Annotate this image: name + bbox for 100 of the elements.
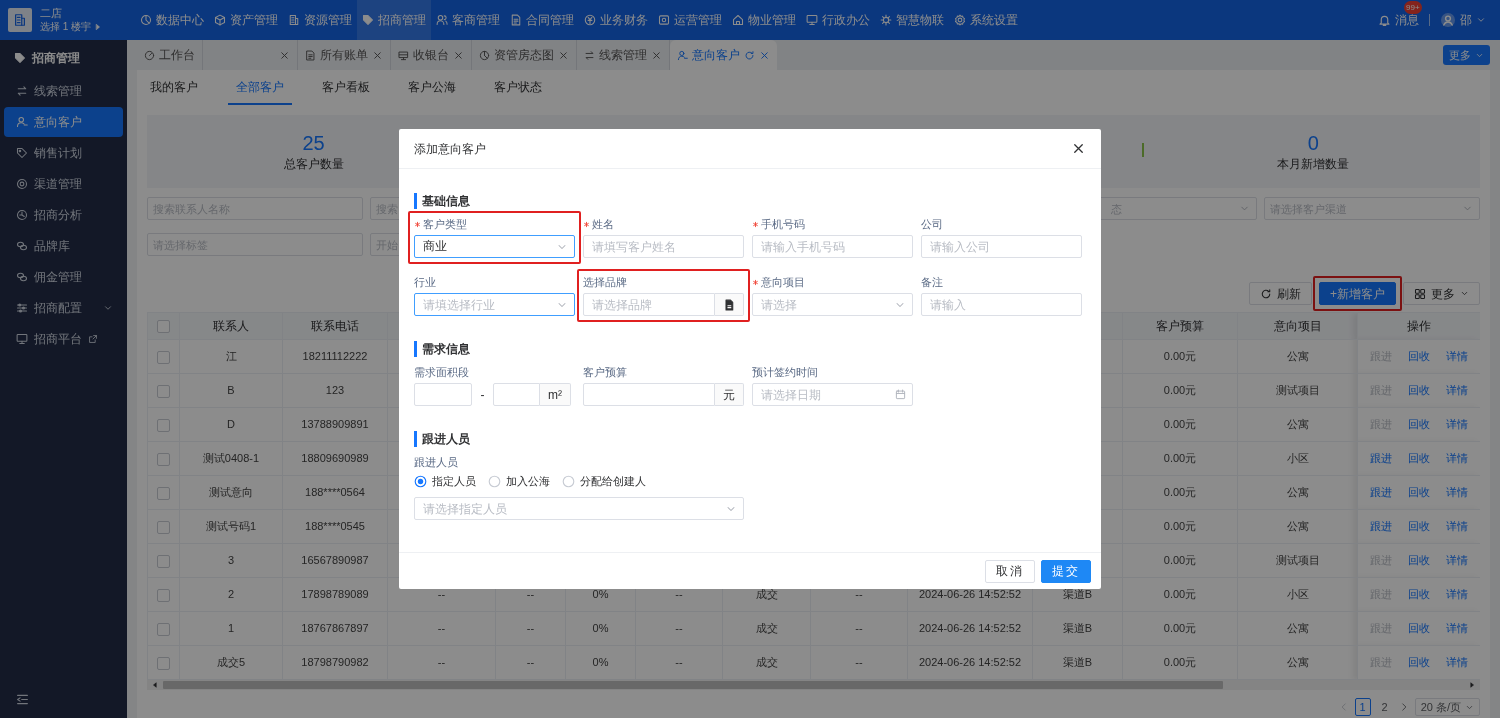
radio-option[interactable]: 加入公海 — [488, 472, 550, 490]
section-title: 基础信息 — [414, 193, 470, 209]
date-field[interactable]: 请选择日期 — [752, 383, 913, 406]
add-customer-button[interactable]: +新增客户 — [1319, 282, 1396, 305]
sidebar-item[interactable]: 渠道管理 — [4, 169, 123, 199]
caret-right-icon — [94, 23, 103, 31]
sub-tab[interactable]: 全部客户 — [228, 70, 292, 105]
caret-left-icon[interactable] — [151, 681, 159, 689]
sidebar-item[interactable]: 招商分析 — [4, 200, 123, 230]
action-link[interactable]: 详情 — [1446, 486, 1468, 499]
page-size-select[interactable]: 20 条/页 — [1414, 698, 1480, 716]
action-link[interactable]: 详情 — [1446, 554, 1468, 567]
sidebar-item[interactable]: 招商平台 — [4, 324, 123, 354]
page-button[interactable]: 1 — [1354, 698, 1371, 716]
user-menu[interactable]: 邵 — [1440, 11, 1486, 29]
input-field[interactable]: 请输入公司 — [921, 235, 1082, 258]
action-link[interactable]: 详情 — [1446, 350, 1468, 363]
action-link[interactable]: 回收 — [1408, 486, 1430, 499]
sub-tab[interactable]: 客户公海 — [400, 70, 464, 105]
input-field[interactable]: 请填写客户姓名 — [583, 235, 744, 258]
more-button[interactable]: 更多 — [1443, 45, 1490, 65]
refresh-icon[interactable] — [744, 49, 755, 61]
checkbox[interactable] — [157, 486, 170, 500]
sub-tab[interactable]: 客户状态 — [486, 70, 550, 105]
nav-item[interactable]: 数据中心 — [135, 0, 209, 40]
nav-item[interactable]: 资产管理 — [209, 0, 283, 40]
action-link[interactable]: 回收 — [1408, 656, 1430, 669]
input-field[interactable]: 请输入 — [921, 293, 1082, 316]
cancel-button[interactable]: 取消 — [985, 559, 1035, 583]
unit-label: m² — [540, 383, 571, 406]
more-button[interactable]: 更多 — [1403, 282, 1480, 305]
radio-option[interactable]: 指定人员 — [414, 472, 476, 490]
action-link[interactable]: 详情 — [1446, 622, 1468, 635]
page-tab[interactable]: 意向客户 — [670, 40, 777, 70]
action-link[interactable]: 详情 — [1446, 418, 1468, 431]
nav-item[interactable]: 资源管理 — [283, 0, 357, 40]
nav-item[interactable]: 合同管理 — [505, 0, 579, 40]
action-link[interactable]: 跟进 — [1370, 452, 1392, 465]
input-field[interactable] — [414, 383, 472, 406]
checkbox[interactable] — [157, 350, 170, 364]
radio-option[interactable]: 分配给创建人 — [562, 472, 646, 490]
menu-fold-icon[interactable] — [16, 693, 29, 707]
action-link[interactable]: 回收 — [1408, 520, 1430, 533]
sidebar-item[interactable]: 意向客户 — [4, 107, 123, 137]
horizontal-scrollbar[interactable] — [147, 680, 1480, 690]
action-link[interactable]: 回收 — [1408, 384, 1430, 397]
action-link[interactable]: 回收 — [1408, 588, 1430, 601]
action-link[interactable]: 详情 — [1446, 656, 1468, 669]
input-field[interactable] — [493, 383, 540, 406]
sidebar-item[interactable]: 销售计划 — [4, 138, 123, 168]
picker-field[interactable]: 请选择品牌 — [583, 293, 715, 316]
sidebar-item[interactable]: 品牌库 — [4, 231, 123, 261]
select-field[interactable]: 商业 — [414, 235, 575, 258]
sidebar-item[interactable]: 佣金管理 — [4, 262, 123, 292]
checkbox[interactable] — [157, 384, 170, 398]
submit-button[interactable]: 提交 — [1041, 559, 1091, 583]
sub-tab[interactable]: 我的客户 — [142, 70, 206, 105]
input-field[interactable] — [583, 383, 715, 406]
picker-button[interactable] — [715, 293, 744, 316]
table-cell: 江 — [179, 339, 283, 374]
action-link[interactable]: 详情 — [1446, 588, 1468, 601]
nav-item[interactable]: 系统设置 — [949, 0, 1023, 40]
messages-button[interactable]: 消息 — [1378, 11, 1419, 29]
nav-item[interactable]: 行政办公 — [801, 0, 875, 40]
table-cell: 测试项目 — [1237, 543, 1358, 578]
sidebar-item[interactable]: 招商配置 — [4, 293, 123, 323]
input-field[interactable]: 请输入手机号码 — [752, 235, 913, 258]
action-link[interactable]: 回收 — [1408, 452, 1430, 465]
action-link[interactable]: 详情 — [1446, 520, 1468, 533]
checkbox[interactable] — [157, 520, 170, 534]
checkbox[interactable] — [157, 320, 170, 334]
action-link[interactable]: 回收 — [1408, 622, 1430, 635]
checkbox[interactable] — [157, 554, 170, 568]
nav-item[interactable]: 运营管理 — [653, 0, 727, 40]
action-link[interactable]: 回收 — [1408, 418, 1430, 431]
sidebar-item[interactable]: 线索管理 — [4, 76, 123, 106]
building-selector[interactable]: 选择 1 楼宇 — [40, 20, 135, 34]
action-link[interactable]: 跟进 — [1370, 520, 1392, 533]
checkbox[interactable] — [157, 452, 170, 466]
select-field[interactable]: 请填选择行业 — [414, 293, 575, 316]
grid-icon — [1414, 287, 1426, 300]
refresh-button[interactable]: 刷新 — [1249, 282, 1312, 305]
action-link[interactable]: 回收 — [1408, 554, 1430, 567]
nav-item[interactable]: 客商管理 — [431, 0, 505, 40]
checkbox[interactable] — [157, 588, 170, 602]
sub-tab[interactable]: 客户看板 — [314, 70, 378, 105]
action-link[interactable]: 详情 — [1446, 452, 1468, 465]
action-link[interactable]: 回收 — [1408, 350, 1430, 363]
nav-item[interactable]: 物业管理 — [727, 0, 801, 40]
nav-item[interactable]: 智慧物联 — [875, 0, 949, 40]
page-button[interactable]: 2 — [1376, 698, 1393, 716]
close-icon[interactable] — [1071, 141, 1086, 156]
action-link[interactable]: 跟进 — [1370, 486, 1392, 499]
checkbox[interactable] — [157, 622, 170, 636]
checkbox[interactable] — [157, 418, 170, 432]
nav-item[interactable]: 业务财务 — [579, 0, 653, 40]
action-link[interactable]: 详情 — [1446, 384, 1468, 397]
checkbox[interactable] — [157, 656, 170, 670]
table-cell: 18798790982 — [282, 645, 388, 680]
table-cell: 1 — [179, 611, 283, 646]
